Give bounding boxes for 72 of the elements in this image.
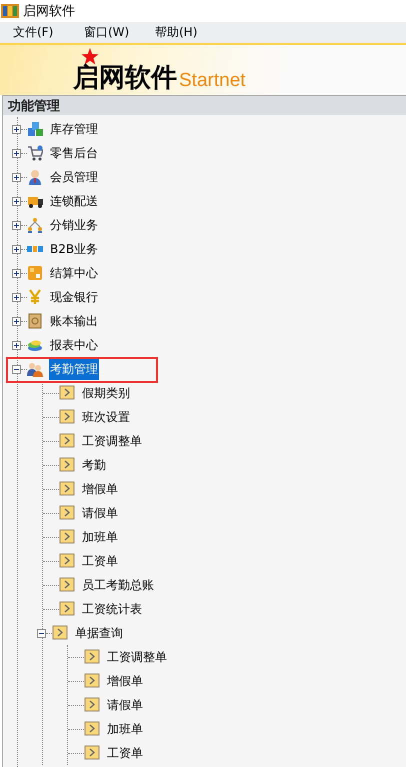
arrow-folder-icon bbox=[84, 649, 100, 665]
arrow-folder-icon bbox=[59, 601, 75, 617]
tree-item-label[interactable]: 连锁配送 bbox=[49, 190, 99, 212]
logo-tagline: Startnet bbox=[179, 70, 246, 92]
tree-item-label[interactable]: 工资调整单 bbox=[106, 646, 168, 668]
tree-item-label[interactable]: 零售后台 bbox=[49, 142, 99, 164]
expander-button[interactable] bbox=[12, 292, 21, 302]
arrow-folder-icon bbox=[84, 745, 100, 761]
expander-button[interactable] bbox=[12, 364, 21, 374]
tree-item-label[interactable]: 报表中心 bbox=[49, 334, 99, 356]
tree-item-label[interactable]: 班次设置 bbox=[81, 406, 131, 428]
app-icon bbox=[1, 3, 19, 19]
tree-item-label[interactable]: 账本输出 bbox=[49, 310, 99, 332]
cart-icon bbox=[27, 145, 43, 161]
tree-item-label[interactable]: 增假单 bbox=[81, 478, 119, 500]
arrow-folder-icon bbox=[59, 577, 75, 593]
menu-item[interactable]: 帮助(H) bbox=[155, 24, 213, 41]
expander-button[interactable] bbox=[12, 124, 21, 134]
arrow-folder-icon bbox=[84, 697, 100, 713]
tree-item-label[interactable]: B2B业务 bbox=[49, 238, 100, 260]
tree-item-label[interactable]: 库存管理 bbox=[49, 118, 99, 140]
expander-button[interactable] bbox=[12, 220, 21, 230]
tree-item-label[interactable]: 加班单 bbox=[81, 526, 119, 548]
tree-item-label[interactable]: 单据查询 bbox=[74, 622, 124, 644]
logo-name: 启网软件 bbox=[73, 64, 177, 93]
tree-item-label[interactable]: 工资单 bbox=[106, 742, 144, 764]
tree-item-label[interactable]: 加班单 bbox=[106, 718, 144, 740]
arrow-folder-icon bbox=[59, 433, 75, 449]
tree-item-label[interactable]: 工资统计表 bbox=[81, 598, 143, 620]
tree-item-label[interactable]: 增假单 bbox=[106, 670, 144, 692]
arrow-folder-icon bbox=[59, 553, 75, 569]
yen-icon bbox=[27, 289, 43, 305]
expander-button[interactable] bbox=[12, 316, 21, 326]
person-icon bbox=[27, 169, 43, 185]
tree-item-label[interactable]: 考勤管理 bbox=[49, 358, 99, 380]
menu-item[interactable]: 窗口(W) bbox=[84, 24, 142, 41]
expander-button[interactable] bbox=[12, 340, 21, 350]
tree-item-label[interactable]: 结算中心 bbox=[49, 262, 99, 284]
tree-item-label[interactable]: 假期类别 bbox=[81, 382, 131, 404]
people-icon bbox=[27, 361, 43, 377]
tree-item-label[interactable]: 请假单 bbox=[106, 694, 144, 716]
arrow-folder-icon bbox=[59, 505, 75, 521]
arrow-folder-icon bbox=[52, 625, 68, 641]
menu-item[interactable]: 文件(F) bbox=[13, 24, 71, 41]
arrow-folder-icon bbox=[59, 409, 75, 425]
tree-item-label[interactable]: 工资单 bbox=[81, 550, 119, 572]
tree-item-label[interactable]: 现金银行 bbox=[49, 286, 99, 308]
expander-button[interactable] bbox=[37, 628, 46, 638]
expander-button[interactable] bbox=[12, 244, 21, 254]
expander-button[interactable] bbox=[12, 148, 21, 158]
calculator-icon bbox=[27, 265, 43, 281]
panel-title: 功能管理 bbox=[8, 98, 60, 114]
expander-button[interactable] bbox=[12, 172, 21, 182]
arrow-folder-icon bbox=[59, 385, 75, 401]
network-people-icon bbox=[27, 217, 43, 233]
arrow-folder-icon bbox=[59, 529, 75, 545]
tree-item-label[interactable]: 工资调整单 bbox=[81, 430, 143, 452]
arrow-folder-icon bbox=[59, 457, 75, 473]
tree-item-label[interactable]: 会员管理 bbox=[49, 166, 99, 188]
expander-button[interactable] bbox=[12, 268, 21, 278]
expander-button[interactable] bbox=[12, 196, 21, 206]
arrow-folder-icon bbox=[59, 481, 75, 497]
notebook-icon bbox=[27, 313, 43, 329]
window-title: 启网软件 bbox=[23, 3, 75, 20]
tree-item-label[interactable]: 员工考勤总账 bbox=[81, 574, 155, 596]
tree-item-label[interactable]: 请假单 bbox=[81, 502, 119, 524]
star-icon bbox=[81, 48, 99, 65]
arrow-folder-icon bbox=[84, 673, 100, 689]
tree-item-label[interactable]: 分销业务 bbox=[49, 214, 99, 236]
boxes-icon bbox=[27, 121, 43, 137]
tree-item-label[interactable]: 考勤 bbox=[81, 454, 107, 476]
arrow-folder-icon bbox=[84, 721, 100, 737]
